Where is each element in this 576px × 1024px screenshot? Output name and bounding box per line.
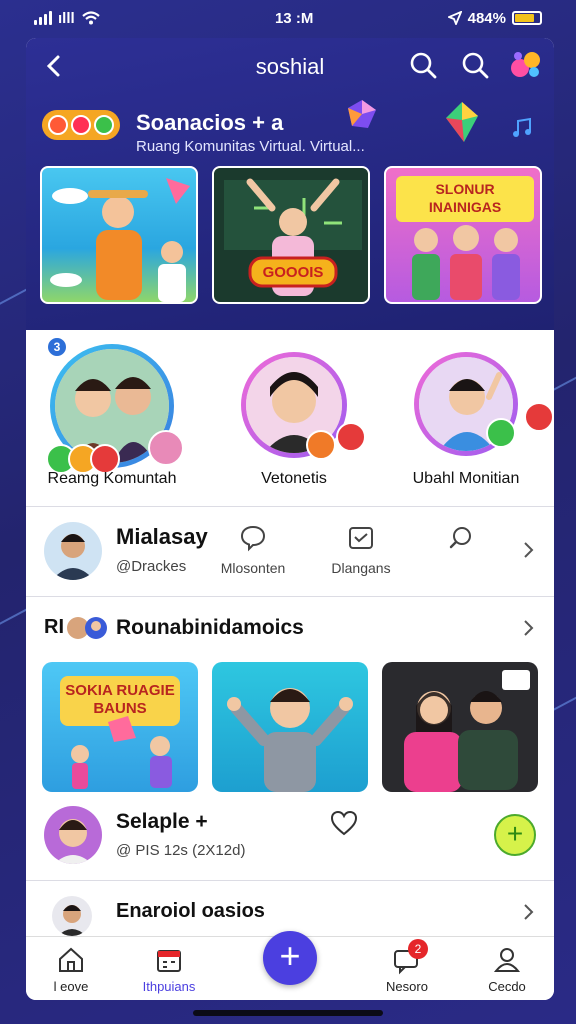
avatar[interactable] bbox=[44, 806, 102, 864]
status-pills bbox=[42, 110, 120, 140]
music-note-icon bbox=[513, 117, 531, 137]
divider bbox=[26, 596, 554, 597]
mini-avatars bbox=[67, 617, 107, 639]
banner-illustration bbox=[50, 178, 190, 302]
group-item[interactable]: 3 Reamg Komuntah bbox=[32, 336, 192, 494]
add-button[interactable]: + bbox=[494, 814, 536, 856]
post-author: Selaple + bbox=[116, 810, 208, 833]
feed-prefix: RI bbox=[44, 616, 64, 638]
chat-status-icon bbox=[148, 430, 184, 466]
group-list: 3 Reamg Komuntah Vetonetis Ubahl Monitia… bbox=[26, 330, 554, 506]
banner-caption: GOOOIS bbox=[262, 264, 324, 281]
community-name: Soanacios + a bbox=[136, 110, 284, 135]
tab-messages[interactable]: 2 Nesoro bbox=[362, 939, 452, 994]
tab-profile[interactable]: Cecdo bbox=[462, 945, 552, 994]
avatar[interactable] bbox=[44, 522, 102, 580]
app-window: soshial Soanacios + a Ruang Komunitas Vi… bbox=[26, 38, 554, 1000]
action-label: Dlangans bbox=[331, 560, 391, 576]
thumb-illustration bbox=[227, 688, 353, 792]
chevron-right-icon[interactable] bbox=[522, 540, 536, 560]
party-emoji-icon[interactable] bbox=[508, 46, 544, 82]
pink-dot-icon bbox=[70, 115, 91, 135]
tab-label: Ithpuians bbox=[142, 979, 196, 994]
tab-label: Nesoro bbox=[386, 979, 428, 994]
group-label: Ubahl Monitian bbox=[412, 470, 520, 487]
group-label: Reamg Komuntah bbox=[47, 470, 177, 487]
action-label: Mlosonten bbox=[220, 560, 286, 576]
divider bbox=[26, 506, 554, 507]
banner-card[interactable]: SLONUR INAINIGAS bbox=[384, 166, 542, 304]
search-bubble-icon bbox=[449, 527, 471, 549]
home-icon bbox=[59, 947, 83, 972]
signal-icon bbox=[34, 11, 52, 25]
feed-thumb[interactable]: SOKIA RUAGIE BAUNS bbox=[42, 662, 198, 792]
tab-events[interactable]: Ithpuians bbox=[124, 945, 214, 994]
search-icon[interactable] bbox=[460, 50, 490, 80]
search-icon[interactable] bbox=[408, 50, 438, 80]
feed-thumbnails: SOKIA RUAGIE BAUNS bbox=[42, 662, 542, 794]
count-badge: 3 bbox=[46, 336, 68, 358]
create-post-button[interactable]: + bbox=[263, 931, 317, 985]
tab-label: Cecdo bbox=[488, 979, 526, 994]
divider bbox=[26, 880, 554, 881]
chat-bubble-icon bbox=[240, 525, 266, 552]
group-item[interactable]: Ubahl Monitian bbox=[386, 344, 554, 494]
profile-handle: @Drackes bbox=[116, 558, 187, 575]
action-inbox[interactable]: Dlangans bbox=[316, 524, 406, 576]
tab-label: l eove bbox=[53, 979, 89, 994]
tab-home[interactable]: l eove bbox=[26, 945, 116, 994]
post-row[interactable]: Selaple + @ PIS 12s (2X12d) + bbox=[26, 798, 554, 878]
action-messages[interactable]: Mlosonten bbox=[208, 524, 298, 576]
check-dot-icon bbox=[94, 115, 115, 135]
gem-sticker-icon bbox=[348, 100, 376, 128]
red-status-icon bbox=[336, 422, 366, 452]
red-dot-icon bbox=[47, 115, 68, 135]
group-item[interactable]: Vetonetis bbox=[214, 344, 374, 494]
thumb-caption: SOKIA RUAGIE BAUNS bbox=[65, 682, 175, 717]
banner-card[interactable]: GOOOIS bbox=[212, 166, 370, 304]
thumb-illustration bbox=[404, 670, 530, 792]
banner-caption: SLONUR INAINIGAS bbox=[428, 181, 502, 215]
community-subtitle: Ruang Komunitas Virtual. Virtual... bbox=[136, 138, 365, 155]
location-arrow-icon bbox=[447, 11, 462, 25]
chat-status-icon bbox=[486, 418, 516, 448]
wifi-icon bbox=[81, 11, 100, 25]
feed-thumb[interactable] bbox=[382, 662, 538, 792]
banner-illustration bbox=[224, 178, 362, 296]
chevron-right-icon[interactable] bbox=[522, 902, 536, 922]
home-indicator[interactable] bbox=[193, 1010, 383, 1016]
feed-title: Rounabinidamoics bbox=[116, 616, 304, 639]
profile-row[interactable]: Mialasay @Drackes Mlosonten Dlangans bbox=[26, 508, 554, 596]
list-item[interactable]: Enaroiol oasios bbox=[26, 884, 554, 936]
feed-section-header[interactable]: RI Rounabinidamoics bbox=[26, 600, 554, 656]
status-time: 13 :M bbox=[274, 9, 314, 27]
banner-card[interactable] bbox=[40, 166, 198, 304]
banner-carousel[interactable]: GOOOIS SLONUR INAINIGAS bbox=[40, 166, 544, 306]
battery-icon bbox=[511, 11, 542, 25]
inbox-icon bbox=[349, 527, 373, 549]
status-right: 484% bbox=[447, 9, 542, 27]
profile-icon bbox=[493, 948, 521, 972]
feed-thumb[interactable] bbox=[212, 662, 368, 792]
profile-name: Mialasay bbox=[116, 524, 208, 549]
red-status-icon bbox=[524, 402, 554, 432]
notification-badge: 2 bbox=[408, 939, 428, 959]
top-nav: soshial bbox=[26, 38, 554, 94]
carrier-text: ılll bbox=[58, 9, 75, 27]
community-header[interactable]: Soanacios + a Ruang Komunitas Virtual. V… bbox=[40, 100, 540, 162]
calendar-icon bbox=[157, 950, 181, 972]
avatar[interactable] bbox=[52, 896, 92, 936]
orange-status-icon bbox=[306, 430, 336, 460]
list-item-title: Enaroiol oasios bbox=[116, 900, 265, 922]
kite-sticker-icon bbox=[446, 102, 478, 142]
group-label: Vetonetis bbox=[261, 470, 327, 487]
post-meta: @ PIS 12s (2X12d) bbox=[116, 842, 246, 859]
bottom-tab-bar: l eove Ithpuians + 2 Nesoro Cecdo bbox=[26, 931, 554, 1000]
signal-area: ılll bbox=[34, 10, 101, 27]
heart-icon[interactable] bbox=[330, 810, 358, 836]
chevron-right-icon[interactable] bbox=[522, 618, 536, 638]
status-bar: ılll 13 :M 484% bbox=[0, 0, 576, 36]
battery-percent: 484% bbox=[467, 9, 506, 27]
action-search[interactable] bbox=[416, 524, 506, 560]
